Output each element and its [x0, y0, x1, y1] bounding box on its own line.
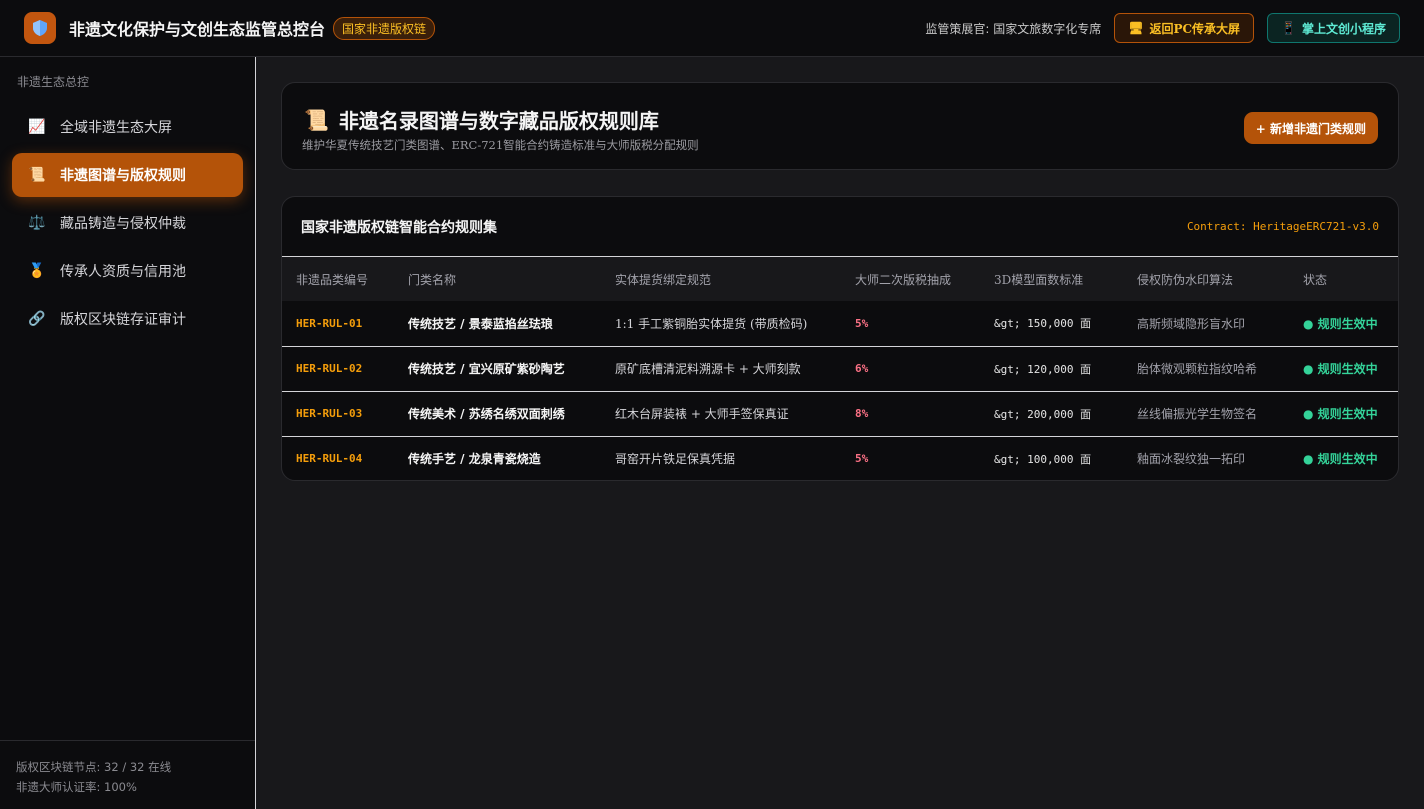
add-category-rule-button[interactable]: + 新增非遗门类规则: [1243, 112, 1378, 144]
sidebar-item-minting-arbitration[interactable]: ⚖️ 藏品铸造与侵权仲裁: [12, 201, 243, 245]
sidebar-item-label: 藏品铸造与侵权仲裁: [60, 216, 186, 232]
sidebar-item-inheritor-credit[interactable]: 🏅 传承人资质与信用池: [12, 249, 243, 293]
sidebar-item-blockchain-audit[interactable]: 🔗 版权区块链存证审计: [12, 297, 243, 341]
status-badge: ● 规则生效中: [1289, 391, 1398, 437]
category-name: 传统美术 / 苏绣名绣双面刺绣: [394, 391, 601, 437]
sidebar-item-label: 传承人资质与信用池: [60, 264, 186, 280]
rule-code: HER-RUL-03: [282, 391, 394, 437]
column-header: 大师二次版税抽成: [841, 257, 980, 301]
page-subtitle: 维护华夏传统技艺门类图谱、ERC-721智能合约铸造标准与大师版税分配规则: [302, 138, 699, 152]
royalty-rate: 6%: [841, 346, 980, 392]
return-pc-label: 返回PC传承大屏: [1149, 21, 1241, 36]
contract-label: Contract: HeritageERC721-v3.0: [1186, 220, 1379, 233]
rule-code: HER-RUL-02: [282, 346, 394, 392]
column-header: 侵权防伪水印算法: [1123, 257, 1289, 301]
mesh-standard: &gt; 200,000 面: [980, 391, 1123, 437]
category-name: 传统技艺 / 景泰蓝掐丝珐琅: [394, 301, 601, 347]
sidebar-nav: 📈 全域非遗生态大屏 📜 非遗图谱与版权规则 ⚖️ 藏品铸造与侵权仲裁 🏅 传承…: [12, 105, 243, 345]
sidebar-item-label: 版权区块链存证审计: [60, 312, 186, 328]
category-name: 传统技艺 / 宜兴原矿紫砂陶艺: [394, 346, 601, 392]
table-row[interactable]: HER-RUL-04 传统手艺 / 龙泉青瓷烧造 哥窑开片铁足保真凭据 5% &…: [282, 436, 1398, 480]
sidebar-item-label: 全域非遗生态大屏: [60, 120, 172, 136]
sidebar-item-ecosystem-screen[interactable]: 📈 全域非遗生态大屏: [12, 105, 243, 149]
sidebar-heading: 非遗生态总控: [17, 75, 90, 89]
table-header-row: 非遗品类编号 门类名称 实体提货绑定规范 大师二次版税抽成 3D模型面数标准 侵…: [282, 257, 1398, 301]
link-icon: 🔗: [28, 311, 46, 327]
column-header: 非遗品类编号: [282, 257, 394, 301]
top-right-group: 监管策展官: 国家文旅数字化专席 🖥 返回PC传承大屏 📱 掌上文创小程序: [925, 13, 1400, 43]
rules-table-card: 国家非遗版权链智能合约规则集 Contract: HeritageERC721-…: [281, 196, 1399, 481]
binding-spec: 原矿底槽清泥料溯源卡 + 大师刻款: [601, 346, 841, 392]
sidebar-footer: 版权区块链节点: 32 / 32 在线 非遗大师认证率: 100%: [0, 740, 255, 797]
return-pc-button[interactable]: 🖥 返回PC传承大屏: [1114, 13, 1255, 43]
royalty-rate: 8%: [841, 391, 980, 437]
watermark-algorithm: 高斯频域隐形盲水印: [1123, 301, 1289, 347]
sidebar-item-label: 非遗图谱与版权规则: [60, 168, 186, 184]
phone-icon: 📱: [1281, 21, 1296, 35]
certification-rate: 非遗大师认证率: 100%: [16, 780, 137, 794]
table-row[interactable]: HER-RUL-03 传统美术 / 苏绣名绣双面刺绣 红木台屏装裱 + 大师手签…: [282, 391, 1398, 437]
status-badge: ● 规则生效中: [1303, 452, 1378, 467]
royalty-rate: 5%: [855, 452, 869, 466]
rule-code: HER-RUL-04: [296, 452, 363, 466]
rules-table: 非遗品类编号 门类名称 实体提货绑定规范 大师二次版税抽成 3D模型面数标准 侵…: [282, 257, 1398, 480]
binding-spec: 哥窑开片铁足保真凭据: [615, 452, 736, 467]
binding-spec: 1:1 手工紫铜胎实体提货 (带质检码): [601, 301, 841, 347]
supervisor-label: 监管策展官: 国家文旅数字化专席: [925, 21, 1102, 36]
shield-icon: [33, 20, 47, 36]
chain-badge: 国家非遗版权链: [333, 16, 436, 40]
status-badge: ● 规则生效中: [1289, 301, 1398, 347]
table-row[interactable]: HER-RUL-01 传统技艺 / 景泰蓝掐丝珐琅 1:1 手工紫铜胎实体提货 …: [282, 301, 1398, 347]
app-title: 非遗文化保护与文创生态监管总控台: [69, 20, 326, 39]
page-header-card: 📜 非遗名录图谱与数字藏品版权规则库 维护华夏传统技艺门类图谱、ERC-721智…: [281, 82, 1399, 170]
mini-program-label: 掌上文创小程序: [1301, 21, 1386, 36]
table-title: 国家非遗版权链智能合约规则集: [301, 219, 497, 236]
page-title: 📜 非遗名录图谱与数字藏品版权规则库: [304, 105, 659, 134]
mesh-standard: &gt; 150,000 面: [980, 301, 1123, 347]
medal-icon: 🏅: [28, 263, 46, 279]
status-badge: ● 规则生效中: [1289, 346, 1398, 392]
watermark-algorithm: 胎体微观颗粒指纹哈希: [1123, 346, 1289, 392]
watermark-algorithm: 丝线偏振光学生物签名: [1123, 391, 1289, 437]
app-logo: [24, 12, 56, 44]
column-header: 门类名称: [394, 257, 601, 301]
column-header: 3D模型面数标准: [980, 257, 1123, 301]
column-header: 状态: [1289, 257, 1398, 301]
mini-program-button[interactable]: 📱 掌上文创小程序: [1267, 13, 1400, 43]
category-name: 传统手艺 / 龙泉青瓷烧造: [408, 452, 541, 467]
chart-icon: 📈: [28, 119, 46, 135]
monitor-icon: 🖥: [1128, 21, 1144, 35]
watermark-algorithm: 釉面冰裂纹独一拓印: [1137, 452, 1246, 467]
scroll-icon: 📜: [304, 107, 329, 132]
mesh-standard: &gt; 120,000 面: [980, 346, 1123, 392]
sidebar: 非遗生态总控 📈 全域非遗生态大屏 📜 非遗图谱与版权规则 ⚖️ 藏品铸造与侵权…: [0, 57, 256, 809]
table-row[interactable]: HER-RUL-02 传统技艺 / 宜兴原矿紫砂陶艺 原矿底槽清泥料溯源卡 + …: [282, 346, 1398, 392]
table-header: 国家非遗版权链智能合约规则集 Contract: HeritageERC721-…: [282, 197, 1398, 257]
main-content: 📜 非遗名录图谱与数字藏品版权规则库 维护华夏传统技艺门类图谱、ERC-721智…: [257, 57, 1424, 809]
scales-icon: ⚖️: [28, 215, 46, 231]
node-status: 版权区块链节点: 32 / 32 在线: [16, 760, 172, 774]
page-title-text: 非遗名录图谱与数字藏品版权规则库: [338, 109, 659, 133]
column-header: 实体提货绑定规范: [601, 257, 841, 301]
royalty-rate: 5%: [841, 301, 980, 347]
top-bar: 非遗文化保护与文创生态监管总控台 国家非遗版权链 监管策展官: 国家文旅数字化专…: [0, 0, 1424, 57]
binding-spec: 红木台屏装裱 + 大师手签保真证: [601, 391, 841, 437]
mesh-standard: &gt; 100,000 面: [994, 452, 1092, 466]
rule-code: HER-RUL-01: [282, 301, 394, 347]
sidebar-item-copyright-rules[interactable]: 📜 非遗图谱与版权规则: [12, 153, 243, 197]
scroll-icon: 📜: [28, 167, 46, 183]
